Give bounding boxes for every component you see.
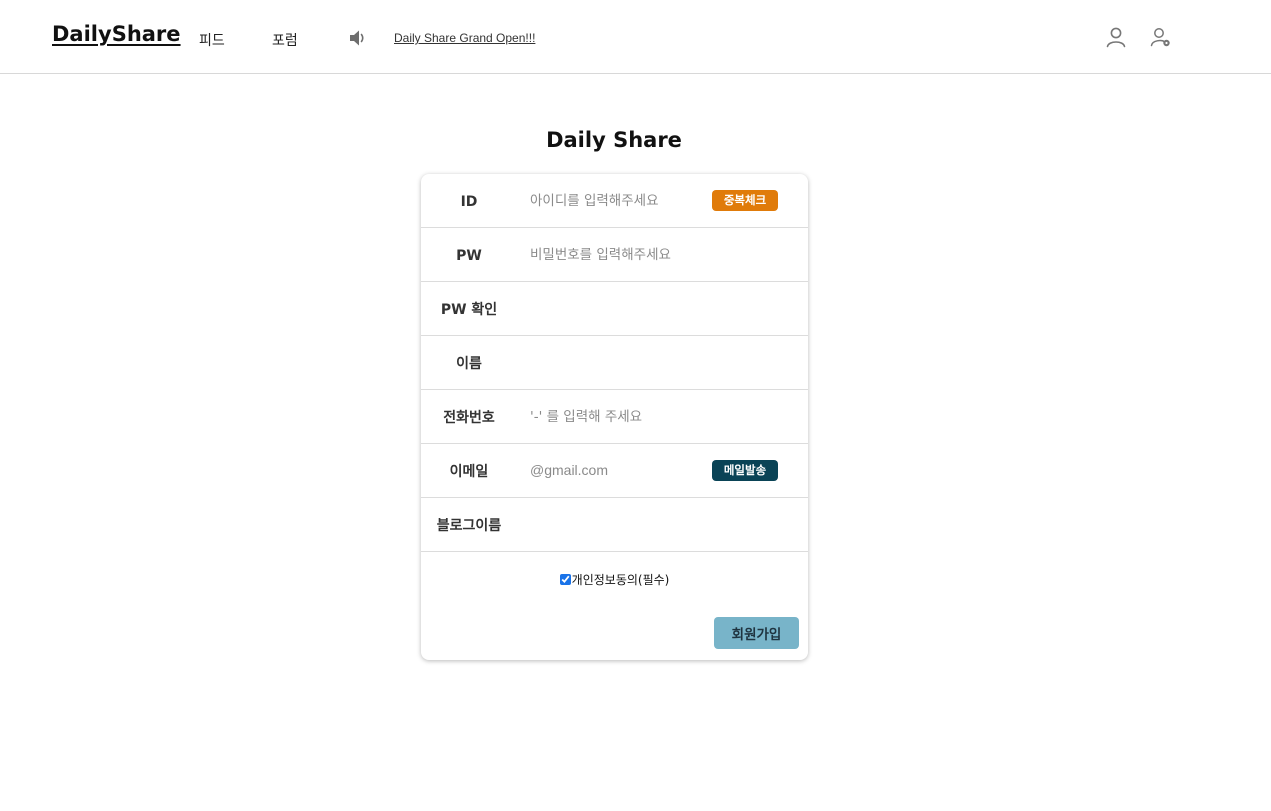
name-label: 이름	[456, 356, 482, 372]
email-input[interactable]	[527, 459, 707, 483]
pw-label: PW	[456, 248, 482, 264]
email-label: 이메일	[449, 464, 489, 480]
privacy-consent[interactable]: 개인정보동의(필수)	[421, 571, 808, 588]
name-row: 이름	[421, 336, 808, 390]
speaker-icon	[347, 27, 369, 49]
user-icon[interactable]	[1104, 25, 1128, 49]
pw-confirm-label: PW 확인	[440, 302, 498, 318]
nav-feed[interactable]: 피드	[199, 30, 225, 50]
signup-form: ID 중복체크 PW PW 확인 이름 전화번호 이메일 메일발송 블로그이름 …	[421, 174, 808, 660]
blog-row: 블로그이름	[421, 498, 808, 552]
pw-row: PW	[421, 228, 808, 282]
signup-button[interactable]: 회원가입	[714, 617, 799, 649]
pw-confirm-row: PW 확인	[421, 282, 808, 336]
phone-label: 전화번호	[443, 410, 495, 426]
logo-link[interactable]: DailyShare	[52, 22, 181, 46]
privacy-consent-checkbox[interactable]	[559, 574, 571, 585]
blog-label: 블로그이름	[436, 518, 502, 534]
page-title: Daily Share	[546, 128, 682, 152]
phone-row: 전화번호	[421, 390, 808, 444]
notice-link[interactable]: Daily Share Grand Open!!!	[394, 31, 535, 45]
user-settings-icon[interactable]	[1149, 25, 1173, 49]
name-input[interactable]	[527, 351, 707, 375]
password-confirm-input[interactable]	[527, 297, 707, 321]
phone-input[interactable]	[527, 405, 707, 429]
privacy-consent-label: 개인정보동의(필수)	[571, 573, 670, 587]
duplicate-check-button[interactable]: 중복체크	[712, 190, 778, 211]
send-mail-button[interactable]: 메일발송	[712, 460, 778, 481]
blog-name-input[interactable]	[527, 513, 707, 537]
password-input[interactable]	[527, 243, 707, 267]
nav-forum[interactable]: 포럼	[272, 30, 298, 50]
top-header: DailyShare 피드 포럼 Daily Share Grand Open!…	[0, 0, 1271, 74]
email-row: 이메일 메일발송	[421, 444, 808, 498]
id-label: ID	[460, 194, 478, 210]
id-input[interactable]	[527, 189, 707, 213]
id-row: ID 중복체크	[421, 174, 808, 228]
